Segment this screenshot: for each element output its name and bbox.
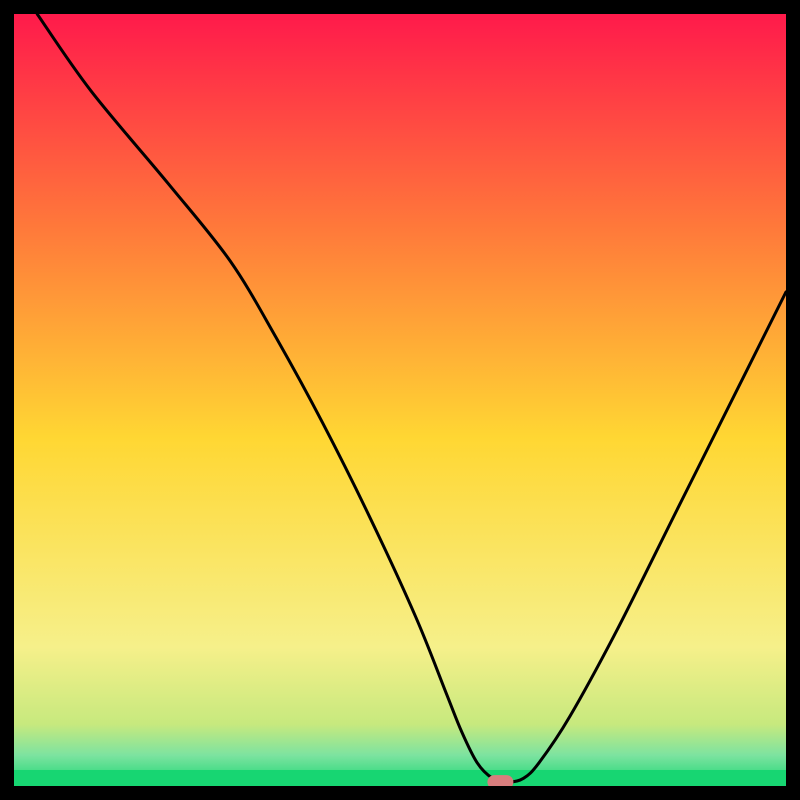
gradient-background xyxy=(14,14,786,786)
optimal-marker xyxy=(487,775,513,786)
chart-frame: TheBottleneck.com xyxy=(14,14,786,786)
bottleneck-chart xyxy=(14,14,786,786)
bottom-band xyxy=(14,770,786,786)
